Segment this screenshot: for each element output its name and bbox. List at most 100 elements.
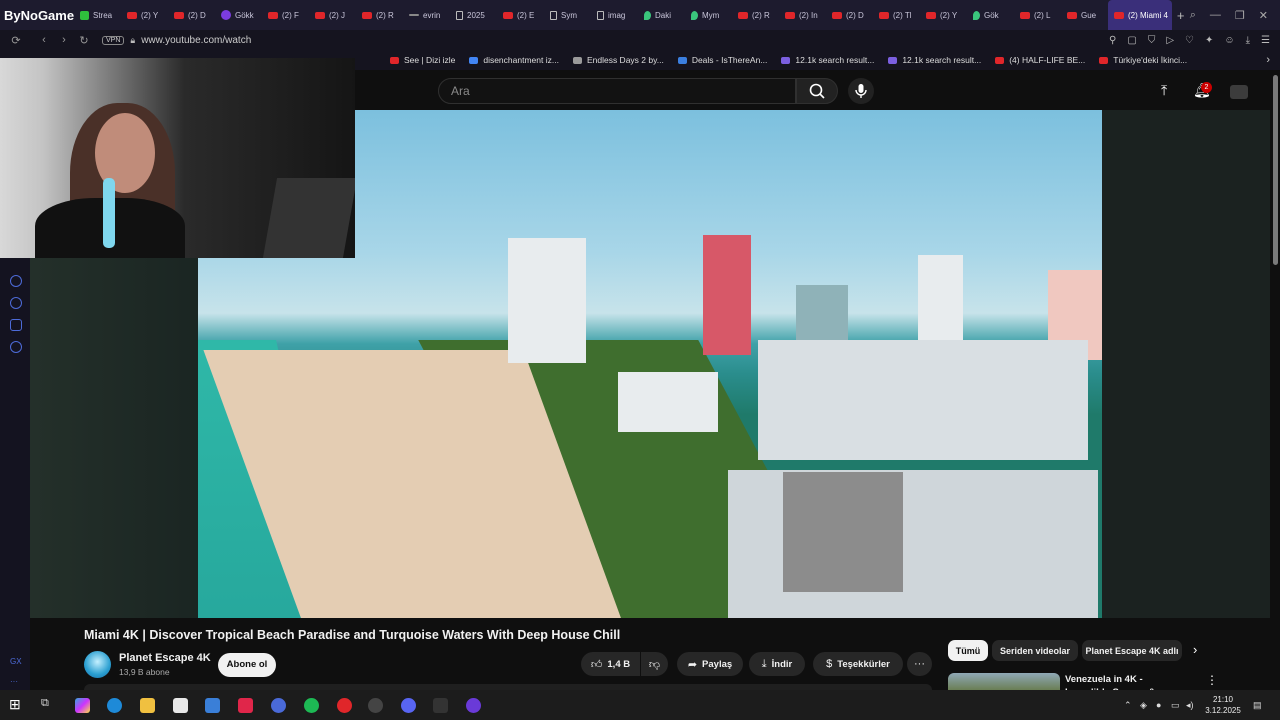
more-actions-button[interactable]: ··· [907,652,932,676]
recommendation-menu-icon[interactable]: ⋮ [1206,673,1218,687]
snapshot-icon[interactable]: ▢ [1127,35,1136,46]
epic-games-icon[interactable] [433,698,448,713]
bookmark-item[interactable]: Endless Days 2 by... [572,55,664,65]
back-icon[interactable]: ‹ [34,34,54,46]
tray-mic-icon[interactable]: ● [1156,700,1161,710]
chip-channel[interactable]: Planet Escape 4K adlı [1082,640,1182,661]
tab-item[interactable]: (2) D [826,0,873,30]
bookmark-item[interactable]: Deals - IsThereAn... [677,55,767,65]
pin-icon[interactable]: ⚲ [1109,35,1116,46]
cube-icon[interactable] [10,319,22,331]
thanks-button[interactable]: $ Teşekkürler [813,652,903,676]
share-button[interactable]: ➦ Paylaş [677,652,743,676]
file-explorer-icon[interactable] [140,698,155,713]
settings-icon[interactable] [10,341,22,353]
store-icon[interactable] [173,698,188,713]
page-scrollbar[interactable] [1273,75,1278,265]
search-input[interactable]: Ara [438,78,796,104]
tab-item[interactable]: (2) In [779,0,826,30]
tab-item[interactable]: Strea [74,0,121,30]
channel-name[interactable]: Planet Escape 4K [119,652,211,664]
play-icon[interactable]: ▷ [1166,35,1174,46]
tab-item[interactable]: Mym [685,0,732,30]
edge-icon[interactable] [107,698,122,713]
close-icon[interactable]: ✕ [1259,9,1268,22]
subscribe-button[interactable]: Abone ol [218,653,276,677]
bookmarks-overflow-icon[interactable]: › [1266,54,1270,66]
voice-search-button[interactable] [848,78,874,104]
copilot-icon[interactable] [75,698,90,713]
search-tabs-icon[interactable]: ⌕ [1190,9,1196,22]
tab-item[interactable]: (2) Y [920,0,967,30]
recommendation-title[interactable]: Venezuela in 4K - Incredible Scenes & Hi… [1065,673,1185,690]
obs-icon[interactable] [368,698,383,713]
gx-corner-label[interactable]: GX [10,657,22,666]
tab-item[interactable]: evrin [403,0,450,30]
history-icon[interactable] [10,297,22,309]
windows-start-icon[interactable]: ⊞ [9,696,24,712]
vpn-badge[interactable]: VPN [102,35,125,45]
bookmark-item[interactable]: disenchantment iz... [469,55,559,65]
channel-avatar[interactable] [84,651,111,678]
network-icon[interactable]: ▭ [1171,700,1180,711]
tab-item[interactable]: Sym [544,0,591,30]
like-button[interactable]: 👍︎ 1,4 B [581,652,640,676]
task-view-icon[interactable]: ⧉ [41,697,56,712]
bookmark-item[interactable]: See | Dizi izle [390,55,455,65]
bookmark-item[interactable]: (4) HALF-LIFE BE... [995,55,1085,65]
tab-active[interactable]: (2) Miami 4 [1108,0,1172,30]
url-field[interactable]: www.youtube.com/watch [141,35,251,46]
new-tab-button[interactable]: + [1172,8,1190,23]
tab-item[interactable]: (2) E [497,0,544,30]
refresh-icon[interactable]: ↻ [74,34,94,47]
tab-item[interactable]: Gökk [215,0,262,30]
tab-item[interactable]: (2) R [356,0,403,30]
notification-center-icon[interactable]: ▤ [1253,700,1262,711]
tray-chevron-icon[interactable]: ⌃ [1124,700,1132,711]
app-icon[interactable] [271,698,286,713]
restore-icon[interactable]: ❐ [1235,9,1245,22]
discord-icon[interactable] [401,698,416,713]
dislike-button[interactable]: 👎︎ [641,652,668,676]
bookmark-item[interactable]: 12.1k search result... [781,55,874,65]
forward-icon[interactable]: › [54,34,74,46]
tab-item[interactable]: (2) Y [121,0,168,30]
sidebar-more-icon[interactable]: ··· [10,677,18,686]
search-button[interactable] [796,78,838,104]
bookmark-item[interactable]: 12.1k search result... [888,55,981,65]
extensions-icon[interactable]: ✦ [1205,35,1213,46]
tab-item[interactable]: (2) R [732,0,779,30]
tab-item[interactable]: (2) L [1014,0,1061,30]
reload-extension-icon[interactable]: ⟳ [6,34,26,47]
taskbar-clock[interactable]: 21:10 3.12.2025 [1203,694,1243,716]
app-icon[interactable] [238,698,253,713]
tab-item[interactable]: (2) Tl [873,0,920,30]
chip-all[interactable]: Tümü [948,640,988,661]
recommendation-thumbnail[interactable] [948,673,1060,690]
mail-icon[interactable] [205,698,220,713]
tab-item[interactable]: (2) F [262,0,309,30]
download-icon[interactable]: ⤓ [1246,35,1250,46]
tab-item[interactable]: 2025 [450,0,497,30]
profile-icon[interactable]: ☺ [1224,35,1234,46]
chip-series[interactable]: Seriden videolar [992,640,1078,661]
download-button[interactable]: ⤓ İndir [749,652,805,676]
bookmark-item[interactable]: Türkiye'deki İkinci... [1099,55,1187,65]
heart-icon[interactable]: ♡ [1185,35,1194,46]
opera-icon[interactable] [337,698,352,713]
minimize-icon[interactable]: — [1210,9,1221,22]
tab-item[interactable]: (2) J [309,0,356,30]
tab-item[interactable]: Gue [1061,0,1108,30]
chips-next-icon[interactable]: › [1193,642,1197,657]
menu-icon[interactable]: ☰ [1261,35,1270,46]
media-player-icon[interactable] [466,698,481,713]
tray-app-icon[interactable]: ◈ [1140,700,1147,711]
spotify-icon[interactable] [304,698,319,713]
tab-item[interactable]: (2) D [168,0,215,30]
tab-item[interactable]: Gök [967,0,1014,30]
volume-icon[interactable]: ◂) [1186,700,1194,711]
player-icon[interactable] [10,275,22,287]
upload-icon[interactable]: ⤒ [1161,82,1167,99]
account-avatar[interactable] [1230,85,1248,99]
tab-item[interactable]: imag [591,0,638,30]
